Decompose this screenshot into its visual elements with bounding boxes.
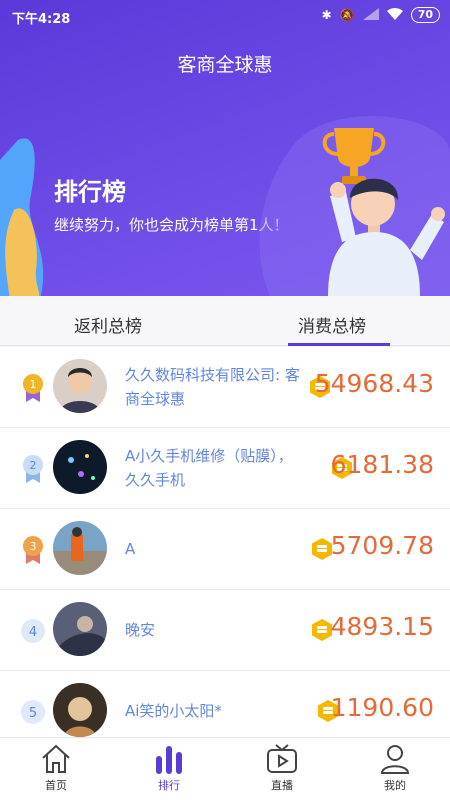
signal-icon [362, 7, 379, 23]
user-name: Ai笑的小太阳* [125, 702, 222, 720]
ranking-row[interactable]: 3 A 5709.78 [0, 509, 450, 590]
wifi-icon [386, 7, 403, 23]
nav-live[interactable]: 直播 [237, 742, 327, 793]
app-title: 客商全球惠 [177, 54, 273, 76]
nav-mine-label: 我的 [384, 779, 406, 792]
battery-indicator: 70 [410, 7, 440, 23]
rank-number-badge: 5 [21, 700, 45, 724]
bronze-medal-icon: 3 [23, 536, 43, 564]
silver-medal-icon: 2 [23, 455, 43, 483]
ranking-icon [156, 746, 182, 774]
svg-text:2: 2 [30, 459, 37, 472]
user-name: 晚安 [125, 621, 156, 639]
avatar [53, 683, 107, 737]
gold-medal-icon: 1 [23, 374, 43, 402]
svg-text:1: 1 [30, 378, 37, 391]
bluetooth-icon: ✱ [321, 8, 332, 22]
svg-text:3: 3 [30, 540, 37, 553]
nav-live-label: 直播 [271, 779, 293, 792]
ranking-list: 1 久久数码科技有限公司: 客商全球惠 54968.43 2 A小久手机维修（贴… [0, 347, 450, 752]
rank-number-badge: 4 [21, 619, 45, 643]
tab-spending-ranking[interactable]: 消费总榜 [298, 312, 366, 337]
status-bar: 下午4:28 ✱ 🔕 70 [0, 0, 450, 32]
ranking-tabs: 返利总榜 消费总榜 [0, 296, 450, 346]
avatar [53, 440, 107, 494]
avatar [53, 359, 107, 413]
avatar [53, 521, 107, 575]
avatar [53, 602, 107, 656]
spending-amount: 54968.43 [314, 369, 434, 398]
home-icon [42, 744, 70, 773]
trophy-person-illustration [259, 116, 450, 296]
hero-banner: 客商全球惠 排行榜 继续努力，你也会成为榜单第1人！ [0, 0, 450, 296]
live-tv-icon [267, 744, 297, 773]
bottom-nav: 首页 排行 直播 我的 [0, 737, 450, 800]
spending-amount: 5709.78 [330, 531, 434, 560]
decor-shapes [0, 138, 44, 296]
nav-ranking[interactable]: 排行 [124, 742, 214, 793]
spending-amount: 4893.15 [330, 612, 434, 641]
tab-rebate-ranking[interactable]: 返利总榜 [74, 312, 142, 337]
nav-home-label: 首页 [45, 779, 67, 792]
user-name: A [125, 540, 136, 558]
spending-amount: 6181.38 [330, 450, 434, 479]
active-tab-indicator [288, 343, 390, 346]
user-name: A小久手机维修（贴膜），久久手机 [125, 447, 293, 489]
ranking-row[interactable]: 1 久久数码科技有限公司: 客商全球惠 54968.43 [0, 347, 450, 428]
spending-amount: 1190.60 [330, 693, 434, 722]
profile-icon [380, 745, 410, 774]
mute-icon: 🔕 [339, 8, 355, 22]
nav-ranking-label: 排行 [158, 779, 180, 792]
svg-text:4: 4 [29, 625, 37, 640]
nav-home[interactable]: 首页 [11, 742, 101, 793]
nav-mine[interactable]: 我的 [350, 742, 440, 793]
user-name: 久久数码科技有限公司: 客商全球惠 [125, 366, 300, 408]
svg-text:5: 5 [29, 706, 37, 721]
banner-title: 排行榜 [54, 178, 126, 206]
ranking-row[interactable]: 2 A小久手机维修（贴膜），久久手机 6181.38 [0, 428, 450, 509]
ranking-row[interactable]: 4 晚安 4893.15 [0, 590, 450, 671]
status-time: 下午4:28 [12, 12, 71, 27]
